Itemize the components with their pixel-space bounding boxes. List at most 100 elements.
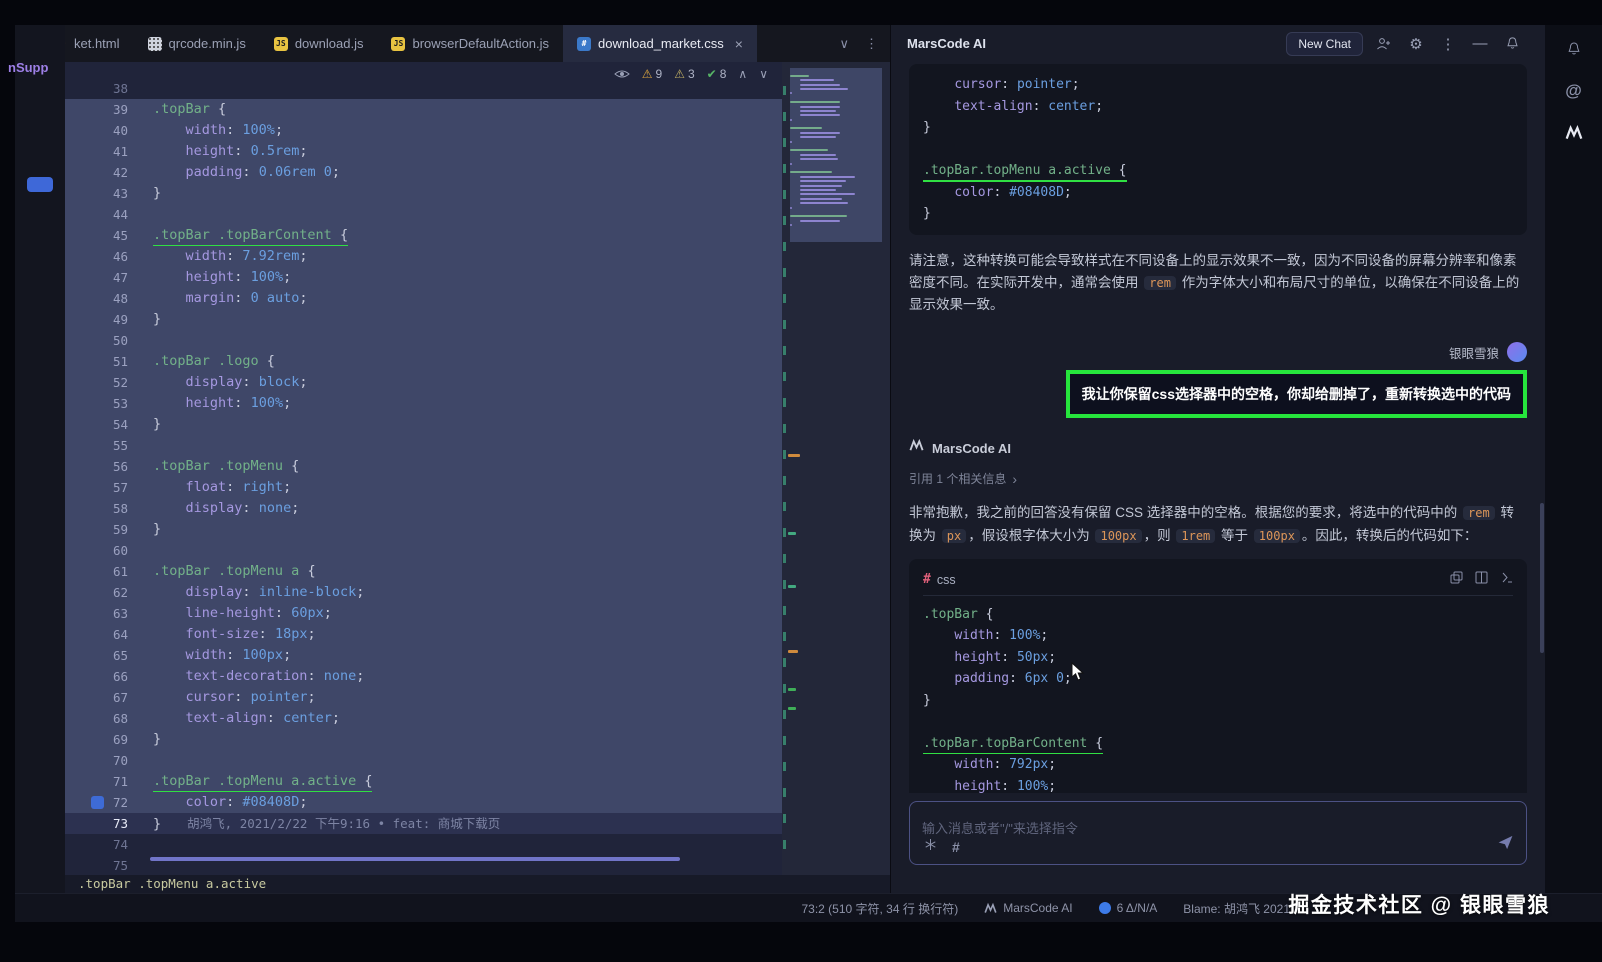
insert-icon[interactable] [1500,571,1513,588]
editor-line-47[interactable]: 47 height: 100%; [65,267,782,288]
line-number[interactable]: 48 [65,288,150,309]
editor-line-62[interactable]: 62 display: inline-block; [65,582,782,603]
invite-people-icon[interactable] [1373,33,1395,55]
editor-line-73[interactable]: 73}胡鸿飞, 2021/2/22 下午9:16 • feat: 商城下载页 [65,813,782,834]
line-number[interactable]: 40 [65,120,150,141]
chevron-up-icon[interactable]: ∧ [738,67,747,81]
editor-line-50[interactable]: 50 [65,330,782,351]
editor-line-53[interactable]: 53 height: 100%; [65,393,782,414]
minimap[interactable] [782,62,890,875]
editor-line-71[interactable]: 71.topBar .topMenu a.active { [65,771,782,792]
line-number[interactable]: 39 [65,99,150,120]
line-number[interactable]: 70 [65,750,150,771]
minimize-icon[interactable]: — [1469,33,1491,55]
line-number[interactable]: 44 [65,204,150,225]
reference-toggle[interactable]: 引用 1 个相关信息 › [909,470,1527,487]
editor-line-61[interactable]: 61.topBar .topMenu a { [65,561,782,582]
send-icon[interactable] [1497,834,1514,856]
line-number[interactable]: 65 [65,645,150,666]
horizontal-scrollbar[interactable] [150,857,680,861]
caret-position[interactable]: 73:2 (510 字符, 34 行 换行符) [801,900,958,917]
active-tool-indicator[interactable] [27,177,53,192]
diff-icon[interactable] [1475,571,1488,588]
chat-scroll-area[interactable]: cursor: pointer; text-align: center;}.to… [891,62,1545,793]
line-number[interactable]: 67 [65,687,150,708]
line-number[interactable]: 38 [65,78,150,99]
line-number[interactable]: 54 [65,414,150,435]
editor-line-41[interactable]: 41 height: 0.5rem; [65,141,782,162]
editor-line-63[interactable]: 63 line-height: 60px; [65,603,782,624]
copy-icon[interactable] [1450,571,1463,588]
editor-line-59[interactable]: 59} [65,519,782,540]
tab-qrcode.min.js[interactable]: qrcode.min.js [134,25,260,62]
editor-line-65[interactable]: 65 width: 100px; [65,645,782,666]
more-icon[interactable]: ⋮ [865,36,878,52]
line-number[interactable]: 41 [65,141,150,162]
line-number[interactable]: 74 [65,834,150,855]
line-number[interactable]: 64 [65,624,150,645]
line-number[interactable]: 59 [65,519,150,540]
line-number[interactable]: 45 [65,225,150,246]
line-number[interactable]: 52 [65,372,150,393]
line-number[interactable]: 58 [65,498,150,519]
editor-line-70[interactable]: 70 [65,750,782,771]
line-number[interactable]: 57 [65,477,150,498]
tab-browserDefaultAction.js[interactable]: JSbrowserDefaultAction.js [377,25,563,62]
editor-line-54[interactable]: 54} [65,414,782,435]
ai-chat-icon[interactable]: @ [1562,79,1586,103]
editor-line-74[interactable]: 74 [65,834,782,855]
bookmark-icon[interactable] [91,796,104,809]
chat-input-box[interactable]: # [909,801,1527,865]
editor-line-72[interactable]: 72 color: #08408D; [65,792,782,813]
bell-icon[interactable] [1501,33,1523,55]
breadcrumb-text[interactable]: .topBar .topMenu a.active [78,876,266,891]
editor-line-45[interactable]: 45.topBar .topBarContent { [65,225,782,246]
new-chat-button[interactable]: New Chat [1286,32,1363,56]
editor-line-38[interactable]: 38 [65,78,782,99]
editor-line-48[interactable]: 48 margin: 0 auto; [65,288,782,309]
eye-icon[interactable] [614,68,630,80]
line-number[interactable]: 53 [65,393,150,414]
breadcrumb[interactable]: .topBar .topMenu a.active [65,875,890,893]
line-number[interactable]: 75 [65,855,150,875]
line-number[interactable]: 60 [65,540,150,561]
line-number[interactable]: 42 [65,162,150,183]
line-number[interactable]: 68 [65,708,150,729]
chat-scrollbar[interactable] [1540,503,1544,653]
editor-line-57[interactable]: 57 float: right; [65,477,782,498]
notifications-bell-icon[interactable] [1562,37,1586,61]
editor-line-66[interactable]: 66 text-decoration: none; [65,666,782,687]
chat-input[interactable] [910,802,1526,844]
editor-line-49[interactable]: 49} [65,309,782,330]
inspections-status[interactable]: 6 Δ/N/A [1099,901,1158,915]
editor-line-46[interactable]: 46 width: 7.92rem; [65,246,782,267]
marscode-tool-icon[interactable] [1562,121,1586,145]
line-number[interactable]: 71 [65,771,150,792]
line-number[interactable]: 50 [65,330,150,351]
command-icon[interactable] [924,838,937,856]
warning-icon[interactable]: ⚠9 [642,67,662,81]
gear-icon[interactable]: ⚙ [1405,33,1427,55]
tab-ket.html[interactable]: <>ket.html [65,25,134,62]
tab-download.js[interactable]: JSdownload.js [260,25,378,62]
editor-line-60[interactable]: 60 [65,540,782,561]
passed-check-icon[interactable]: ✔8 [707,67,727,81]
blame-status[interactable]: Blame: 胡鸿飞 2021 [1183,900,1290,917]
editor-line-68[interactable]: 68 text-align: center; [65,708,782,729]
editor-line-55[interactable]: 55 [65,435,782,456]
tab-download_market.css[interactable]: #download_market.css× [563,25,757,62]
editor-line-44[interactable]: 44 [65,204,782,225]
chevron-down-nav-icon[interactable]: ∨ [759,67,768,81]
line-number[interactable]: 62 [65,582,150,603]
line-number[interactable]: 72 [65,792,150,813]
line-number[interactable]: 46 [65,246,150,267]
line-number[interactable]: 66 [65,666,150,687]
code-editor[interactable]: 3839.topBar {40 width: 100%;41 height: 0… [65,62,890,875]
kebab-icon[interactable]: ⋮ [1437,33,1459,55]
hash-icon[interactable]: # [952,839,960,855]
line-number[interactable]: 61 [65,561,150,582]
editor-line-67[interactable]: 67 cursor: pointer; [65,687,782,708]
line-number[interactable]: 43 [65,183,150,204]
line-number[interactable]: 55 [65,435,150,456]
close-icon[interactable]: × [735,36,743,52]
